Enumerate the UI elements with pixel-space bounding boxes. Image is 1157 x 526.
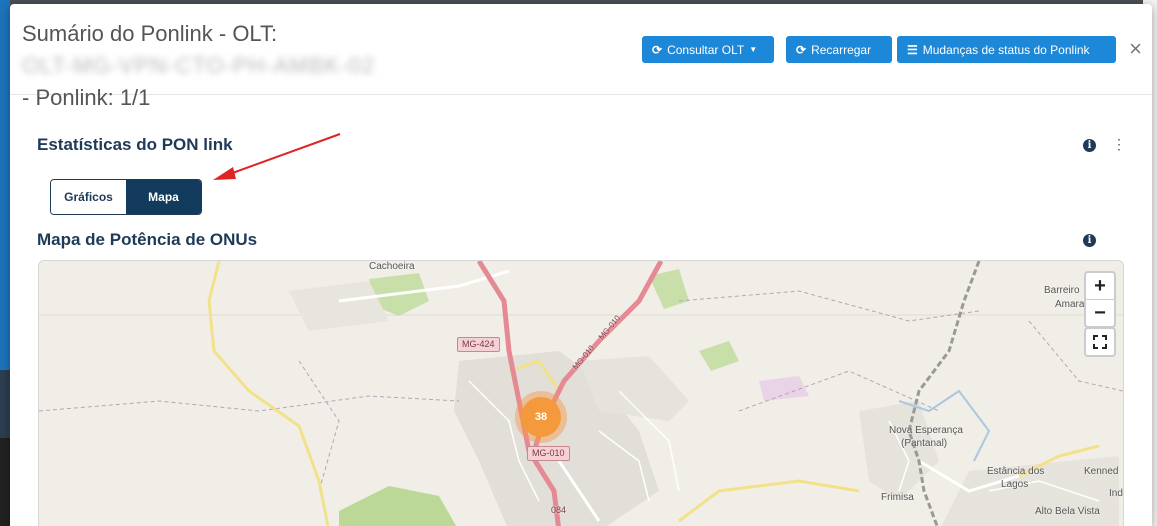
place-label: Lagos (1001, 479, 1029, 490)
info-icon[interactable]: i (1083, 234, 1096, 247)
place-label: Estância dos (987, 466, 1045, 477)
list-icon: ☰ (907, 42, 918, 57)
road-label: 084 (551, 505, 567, 515)
recarregar-button[interactable]: ⟳ Recarregar (786, 36, 892, 63)
caret-down-icon: ▼ (749, 45, 758, 54)
place-label: (Pantanal) (901, 438, 948, 449)
title-suffix: - Ponlink: 1/1 (22, 85, 151, 110)
zoom-control: + − (1084, 271, 1116, 328)
ponlink-summary-modal: Sumário do Ponlink - OLT: OLT-MG-VPN-CTO… (10, 4, 1152, 526)
road-shield: MG-424 (457, 337, 500, 352)
place-label: Frimisa (881, 492, 914, 503)
background-dark-strip (0, 438, 10, 526)
title-prefix: Sumário do Ponlink - OLT: (22, 21, 278, 46)
background-app-sidebar (0, 0, 10, 526)
modal-title: Sumário do Ponlink - OLT: OLT-MG-VPN-CTO… (22, 18, 622, 114)
modal-header: Sumário do Ponlink - OLT: OLT-MG-VPN-CTO… (10, 4, 1152, 110)
tab-graficos[interactable]: Gráficos (51, 180, 126, 214)
zoom-out-button[interactable]: − (1086, 300, 1114, 326)
zoom-in-button[interactable]: + (1086, 273, 1114, 300)
consultar-olt-button[interactable]: ⟳ Consultar OLT ▼ (642, 36, 774, 63)
recarregar-label: Recarregar (811, 42, 872, 57)
stats-view-toggle: Gráficos Mapa (50, 179, 202, 215)
onu-cluster-count: 38 (521, 397, 561, 437)
consultar-olt-label: Consultar OLT (667, 42, 745, 57)
place-label: Cachoeira (369, 261, 415, 272)
background-blue-strip (0, 0, 10, 370)
road-shield: MG-010 (527, 446, 570, 461)
onu-cluster-marker[interactable]: 38 (515, 391, 567, 443)
place-label: Barreiro (1044, 285, 1080, 296)
place-label: Amara (1055, 299, 1085, 310)
fullscreen-button[interactable] (1084, 327, 1116, 357)
info-icon[interactable]: i (1083, 139, 1096, 152)
onu-power-map[interactable]: Cachoeira Barreiro Amara Nova Esperança … (38, 260, 1124, 526)
place-label: Alto Bela Vista (1035, 506, 1100, 517)
red-annotation-arrow-icon (213, 133, 341, 180)
refresh-icon: ⟳ (796, 42, 807, 57)
kebab-menu-icon[interactable]: ⋮ (1112, 137, 1126, 151)
mudancas-status-label: Mudanças de status do Ponlink (922, 42, 1090, 57)
tab-mapa[interactable]: Mapa (126, 180, 201, 214)
close-icon[interactable]: × (1129, 38, 1142, 60)
olt-name: OLT-MG-VPN-CTO-PH-AMBK-02 (22, 53, 375, 78)
fullscreen-icon (1093, 335, 1107, 349)
map-section-title: Mapa de Potência de ONUs (37, 230, 258, 249)
refresh-icon: ⟳ (652, 42, 663, 57)
mudancas-status-button[interactable]: ☰ Mudanças de status do Ponlink (897, 36, 1116, 63)
map-tiles (39, 261, 1123, 526)
place-label: Nova Esperança (889, 425, 963, 436)
stats-section-title: Estatísticas do PON link (37, 135, 233, 154)
place-label: Ind (1109, 488, 1123, 499)
place-label: Kenned (1084, 466, 1119, 477)
